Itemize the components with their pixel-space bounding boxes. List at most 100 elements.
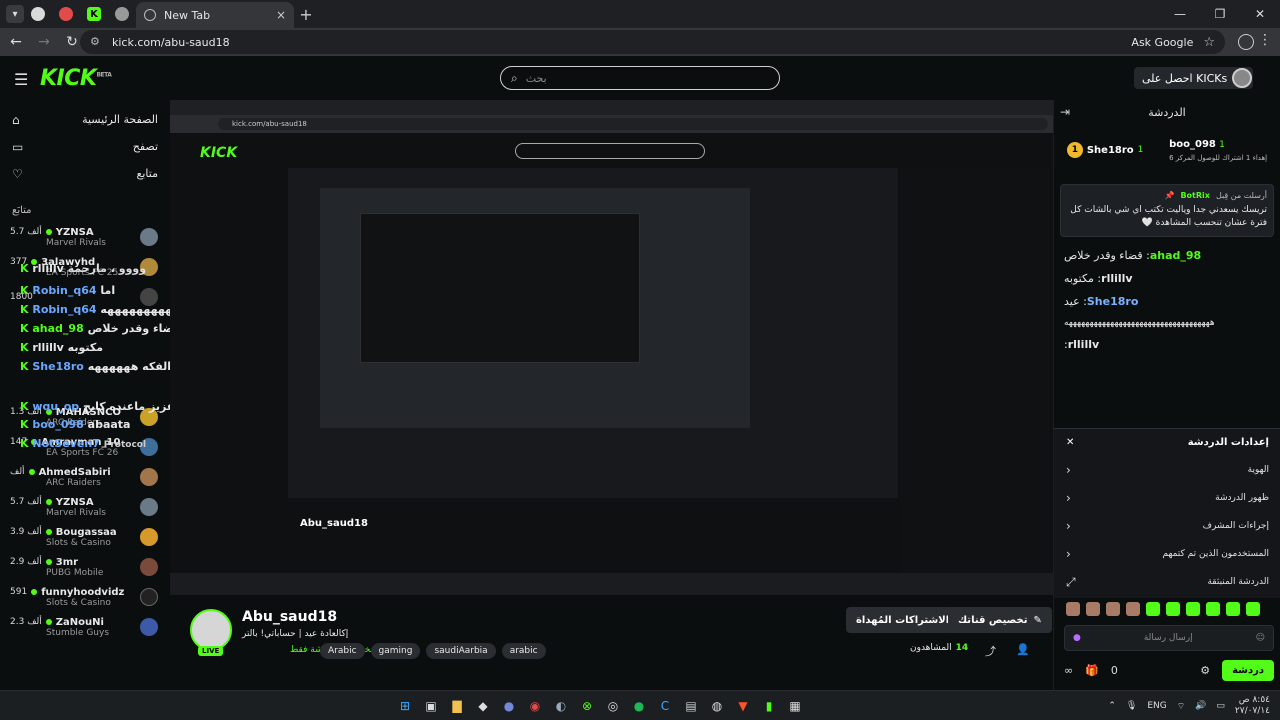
- settings-row-identity[interactable]: › الهوية: [1054, 456, 1280, 484]
- settings-row-muted-users[interactable]: › المستخدمون الذين تم كتمهم: [1054, 540, 1280, 568]
- settings-row-popout-chat[interactable]: ⤢ الدردشة المنبثقة: [1054, 568, 1280, 596]
- pinned-tab-kick[interactable]: K: [80, 0, 108, 28]
- kick-logo[interactable]: KICKBETA: [40, 66, 112, 91]
- app-icon[interactable]: ◍: [707, 696, 727, 716]
- mic-tray-icon[interactable]: 🎙: [1126, 701, 1137, 711]
- pinned-tab[interactable]: [52, 0, 80, 28]
- share-icon[interactable]: ⤴: [985, 643, 996, 659]
- emote[interactable]: [1126, 602, 1140, 616]
- channel-item[interactable]: 2.3 ألف ZaNouNi Stumble Guys: [0, 612, 170, 642]
- channel-points-icon[interactable]: ∞: [1064, 664, 1073, 677]
- chevron-up-icon[interactable]: ⌃: [1108, 701, 1116, 711]
- clock[interactable]: ٨:٥٤ ص ٢٧/٠٧/١٤: [1235, 695, 1270, 717]
- channel-item[interactable]: 5.7 ألف YZNSA Marvel Rivals: [0, 492, 170, 522]
- emote[interactable]: [1166, 602, 1180, 616]
- chat-message-input[interactable]: ● إرسال رسالة ☺: [1064, 625, 1274, 651]
- pinned-tab[interactable]: [108, 0, 136, 28]
- wifi-icon[interactable]: ⌔: [1177, 701, 1185, 712]
- restore-icon[interactable]: ❐: [1200, 0, 1240, 28]
- emote[interactable]: [1206, 602, 1220, 616]
- emote[interactable]: [1226, 602, 1240, 616]
- channel-item[interactable]: 5.7 ألف YZNSA Marvel Rivals: [0, 222, 170, 252]
- viewer-count: ألف: [10, 467, 25, 477]
- new-tab-button[interactable]: +: [294, 5, 318, 24]
- channel-item[interactable]: 2.9 ألف 3mr PUBG Mobile: [0, 552, 170, 582]
- streamer-avatar[interactable]: [190, 609, 232, 651]
- store-icon[interactable]: ▣: [421, 696, 441, 716]
- emote[interactable]: [1066, 602, 1080, 616]
- file-explorer-icon[interactable]: ▇: [447, 696, 467, 716]
- sidebar-item-browse[interactable]: ▭ تصفح: [12, 133, 158, 160]
- close-window-icon[interactable]: ✕: [1240, 0, 1280, 28]
- collapse-chat-icon[interactable]: ⇥: [1060, 105, 1070, 119]
- tab-search-icon[interactable]: ▾: [6, 5, 24, 23]
- follow-user-icon[interactable]: 👤: [1016, 643, 1030, 656]
- site-info-icon[interactable]: ⚙: [90, 35, 104, 49]
- tab-new-tab[interactable]: New Tab ×: [136, 2, 294, 28]
- emote[interactable]: [1146, 602, 1160, 616]
- close-settings-icon[interactable]: ✕: [1066, 437, 1074, 448]
- minimize-icon[interactable]: —: [1160, 0, 1200, 28]
- emote[interactable]: [1186, 602, 1200, 616]
- app-icon[interactable]: ◎: [603, 696, 623, 716]
- tag-chip[interactable]: gaming: [370, 643, 421, 659]
- app-icon[interactable]: ◆: [473, 696, 493, 716]
- app-icon[interactable]: C: [655, 696, 675, 716]
- chrome-icon[interactable]: ◉: [525, 696, 545, 716]
- hamburger-menu-icon[interactable]: ☰: [14, 70, 28, 89]
- mic-icon[interactable]: ●: [1073, 633, 1081, 643]
- address-bar[interactable]: ⚙ kick.com/abu-saud18 Ask Google ☆: [80, 30, 1225, 54]
- settings-row-appearance[interactable]: › ظهور الدردشة: [1054, 484, 1280, 512]
- emote[interactable]: [1106, 602, 1120, 616]
- channel-item[interactable]: 3.9 ألف Bougassaa Slots & Casino: [0, 522, 170, 552]
- app-icon[interactable]: ▮: [759, 696, 779, 716]
- app-icon[interactable]: ▤: [681, 696, 701, 716]
- windows-start-icon[interactable]: ⊞: [395, 696, 415, 716]
- search-input[interactable]: ⌕ بحث: [500, 66, 780, 90]
- chat-settings-icon[interactable]: ⚙: [1200, 664, 1210, 677]
- customize-channel-button[interactable]: تخصيص قناتك ✎: [948, 607, 1052, 633]
- tag-chip[interactable]: arabic: [501, 643, 546, 659]
- close-tab-icon[interactable]: ×: [276, 8, 286, 22]
- user-avatar[interactable]: [1232, 68, 1252, 88]
- settings-row-mod-actions[interactable]: › إجراءات المشرف: [1054, 512, 1280, 540]
- ask-google-button[interactable]: Ask Google: [1131, 36, 1193, 49]
- emote[interactable]: [1246, 602, 1260, 616]
- chat-username[interactable]: rllillv: [1068, 338, 1099, 351]
- profile-icon[interactable]: [1238, 34, 1254, 50]
- windows-taskbar: ⊞ ▣ ▇ ◆ ● ◉ ◐ ⊗ ◎ ● C ▤ ◍ ▼ ▮ ▦ ⌃ 🎙 ENG …: [0, 690, 1280, 720]
- streamer-name[interactable]: Abu_saud18: [242, 609, 337, 625]
- pin-icon[interactable]: 📌: [1164, 191, 1174, 200]
- send-chat-button[interactable]: دردشة: [1222, 659, 1274, 681]
- tag-chip[interactable]: saudiAarbia: [426, 643, 496, 659]
- bookmark-star-icon[interactable]: ☆: [1203, 35, 1215, 50]
- chat-username[interactable]: ahad_98: [1150, 249, 1201, 262]
- gifter-item[interactable]: boo_098 1 إهداء 1 اشتراك للوصول المركز 6: [1169, 139, 1267, 162]
- menu-dots-icon[interactable]: ⋮: [1258, 32, 1272, 48]
- channel-item[interactable]: ألف AhmedSabiri ARC Raiders: [0, 462, 170, 492]
- xbox-icon[interactable]: ⊗: [577, 696, 597, 716]
- brave-icon[interactable]: ▼: [733, 696, 753, 716]
- discord-icon[interactable]: ●: [499, 696, 519, 716]
- back-icon[interactable]: ←: [4, 34, 28, 50]
- emoji-icon[interactable]: ☺: [1256, 633, 1265, 643]
- pinned-tab[interactable]: [24, 0, 52, 28]
- chat-username[interactable]: She18ro: [1087, 295, 1139, 308]
- battery-icon[interactable]: ▭: [1216, 701, 1225, 711]
- volume-icon[interactable]: 🔊: [1195, 701, 1206, 711]
- chat-username[interactable]: rllillv: [1101, 272, 1132, 285]
- tag-chip[interactable]: Arabic: [320, 643, 365, 659]
- stream-video-player[interactable]: kick.com/abu-saud18 KICK Abu_saud18: [170, 100, 1053, 595]
- channel-name: 3mr: [55, 556, 79, 568]
- sidebar-item-home[interactable]: ⌂ الصفحة الرئيسية: [12, 106, 158, 133]
- gift-icon[interactable]: 🎁: [1085, 664, 1099, 677]
- language-indicator[interactable]: ENG: [1147, 701, 1166, 711]
- spotify-icon[interactable]: ●: [629, 696, 649, 716]
- sidebar-item-following[interactable]: ♡ متابع: [12, 160, 158, 187]
- channel-item[interactable]: 591 funnyhoodvidz Slots & Casino: [0, 582, 170, 612]
- forward-icon[interactable]: →: [32, 34, 56, 50]
- steam-icon[interactable]: ◐: [551, 696, 571, 716]
- emote[interactable]: [1086, 602, 1100, 616]
- gifter-item[interactable]: 1 She18ro 1: [1066, 142, 1143, 158]
- app-icon[interactable]: ▦: [785, 696, 805, 716]
